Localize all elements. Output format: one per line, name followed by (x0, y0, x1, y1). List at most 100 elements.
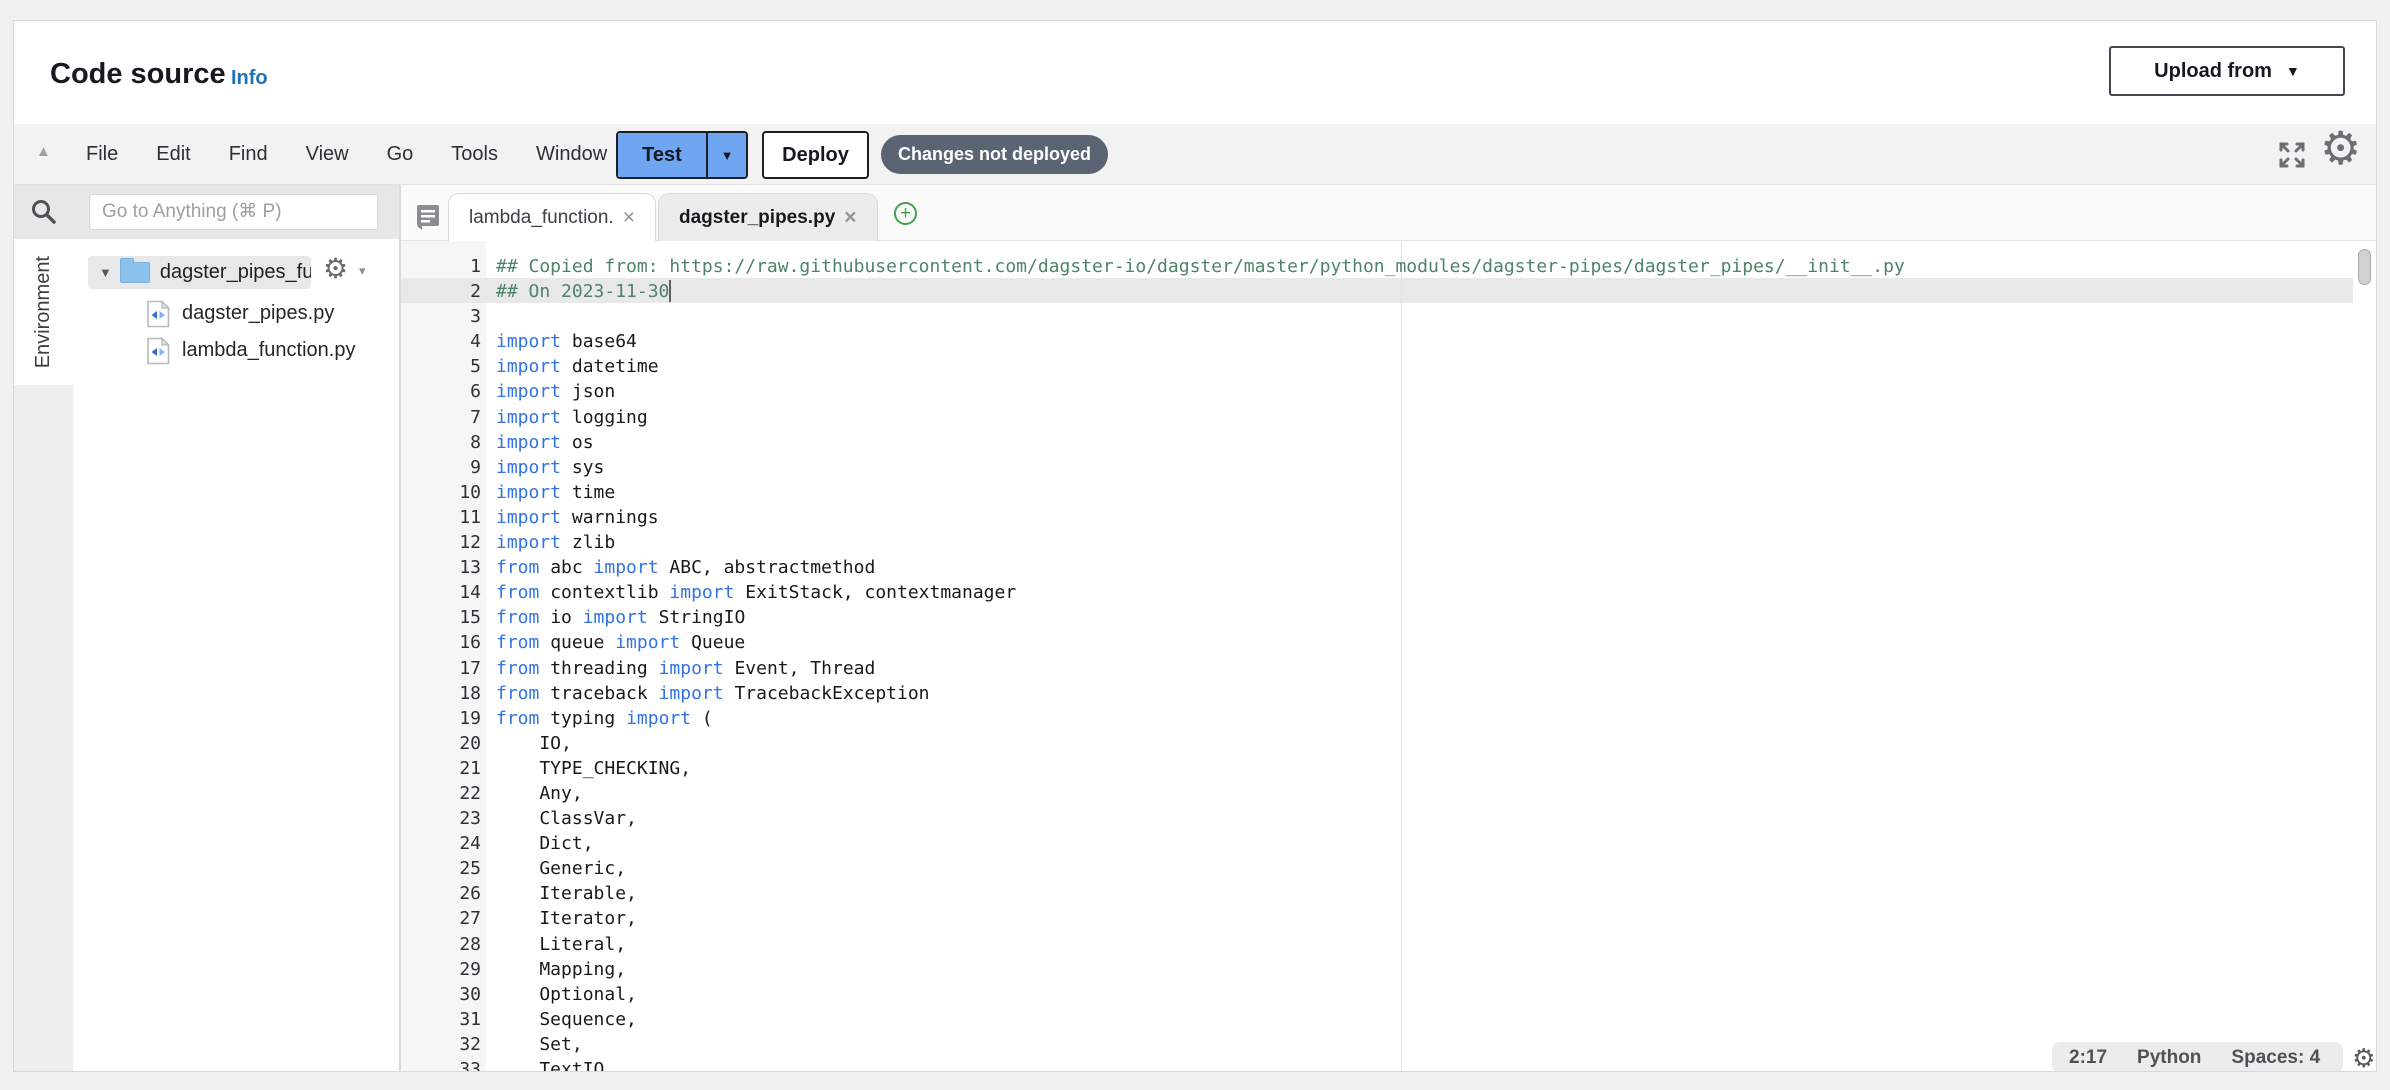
code-line: from abc import ABC, abstractmethod (496, 555, 1905, 580)
code-line: import zlib (496, 530, 1905, 555)
side-rail: Environment (14, 239, 73, 1072)
tab-dagster_pipes.py[interactable]: dagster_pipes.py× (658, 193, 878, 241)
deploy-status-badge: Changes not deployed (881, 135, 1108, 174)
tree-settings-gear-icon[interactable]: ⚙ (323, 255, 348, 283)
code-line: Any, (496, 781, 1905, 806)
code-line: Literal, (496, 932, 1905, 957)
code-line: Optional, (496, 982, 1905, 1007)
code-line: ClassVar, (496, 806, 1905, 831)
environment-vertical-tab[interactable]: Environment (14, 239, 73, 385)
code-line: from io import StringIO (496, 605, 1905, 630)
tree-folder-row[interactable]: ▼ dagster_pipes_funct (88, 256, 311, 289)
line-number: 15 (401, 605, 481, 630)
new-tab-button[interactable]: + (894, 202, 917, 225)
test-button[interactable]: Test (618, 133, 706, 177)
line-number: 14 (401, 580, 481, 605)
tab-list-icon[interactable] (416, 204, 440, 230)
line-number: 5 (401, 354, 481, 379)
code-line: ## Copied from: https://raw.githubuserco… (496, 254, 1905, 279)
scrollbar-thumb[interactable] (2358, 249, 2371, 285)
code-source-panel: Code source Info Upload from ▼ ▲ File Edi… (13, 20, 2377, 1072)
go-to-anything-input[interactable] (89, 194, 378, 230)
code-line: ## On 2023-11-30 (496, 279, 1905, 304)
chevron-down-icon: ▼ (721, 148, 734, 163)
editor-settings-gear-icon[interactable]: ⚙ (2320, 125, 2361, 171)
code-line: Dict, (496, 831, 1905, 856)
line-number: 20 (401, 731, 481, 756)
environment-tab-label: Environment (32, 256, 55, 368)
info-link[interactable]: Info (231, 67, 268, 90)
file-tree-panel: ▼ dagster_pipes_funct ⚙ ▾ dagster_pipes.… (73, 239, 399, 1072)
menu-item-go[interactable]: Go (383, 143, 418, 166)
line-number: 26 (401, 881, 481, 906)
python-file-icon (145, 300, 171, 328)
menu-item-file[interactable]: File (82, 143, 122, 166)
line-number: 17 (401, 656, 481, 681)
tab-close-icon[interactable]: × (844, 206, 856, 230)
code-line: from queue import Queue (496, 630, 1905, 655)
fullscreen-expand-icon[interactable] (2276, 140, 2308, 170)
menu-item-view[interactable]: View (302, 143, 353, 166)
search-row (14, 185, 399, 239)
code-line: import base64 (496, 329, 1905, 354)
line-number: 25 (401, 856, 481, 881)
code-line: from threading import Event, Thread (496, 656, 1905, 681)
lambda-code-editor-screen: Code source Info Upload from ▼ ▲ File Edi… (0, 0, 2390, 1090)
line-number: 33 (401, 1057, 481, 1072)
text-cursor (669, 280, 671, 302)
line-number: 21 (401, 756, 481, 781)
code-line: import sys (496, 455, 1905, 480)
test-split-button: Test ▼ (616, 131, 748, 179)
editor-scrollbar (2351, 241, 2377, 1072)
code-line: Mapping, (496, 957, 1905, 982)
code-line: import os (496, 430, 1905, 455)
editor-tabbar: lambda_function.×dagster_pipes.py× + (401, 185, 2377, 241)
python-file-icon (145, 337, 171, 365)
line-number: 18 (401, 681, 481, 706)
tab-close-icon[interactable]: × (623, 206, 635, 230)
statusbar-gear-icon[interactable]: ⚙ (2352, 1045, 2375, 1071)
collapse-editor-icon[interactable]: ▲ (36, 143, 51, 160)
code-line: import json (496, 379, 1905, 404)
file-name: lambda_function.py (182, 339, 355, 362)
file-name: dagster_pipes.py (182, 302, 334, 325)
line-number: 13 (401, 555, 481, 580)
editor-menubar: ▲ File Edit Find View Go Tools Window (14, 124, 2377, 185)
page-title: Code source (50, 58, 226, 91)
upload-from-button[interactable]: Upload from ▼ (2109, 46, 2345, 96)
code-line: import logging (496, 405, 1905, 430)
upload-from-label: Upload from (2154, 60, 2272, 83)
menu-item-find[interactable]: Find (225, 143, 272, 166)
menu-item-window[interactable]: Window (532, 143, 611, 166)
tabs: lambda_function.×dagster_pipes.py× (448, 193, 880, 241)
line-number: 2 (401, 279, 481, 304)
deploy-button[interactable]: Deploy (762, 131, 869, 179)
line-number: 12 (401, 530, 481, 555)
tree-file-dagster_pipes.py[interactable]: dagster_pipes.py (145, 295, 355, 332)
tree-file-lambda_function.py[interactable]: lambda_function.py (145, 332, 355, 369)
code-content: ## Copied from: https://raw.githubuserco… (496, 254, 1905, 1072)
indentation-indicator[interactable]: Spaces: 4 (2231, 1047, 2320, 1069)
code-line: from typing import ( (496, 706, 1905, 731)
line-number: 9 (401, 455, 481, 480)
code-editor-surface[interactable]: 1234567891011121314151617181920212223242… (401, 241, 2377, 1072)
cursor-position-indicator[interactable]: 2:17 (2069, 1047, 2107, 1069)
test-dropdown-button[interactable]: ▼ (706, 133, 746, 177)
code-line: Sequence, (496, 1007, 1905, 1032)
line-number: 19 (401, 706, 481, 731)
folder-icon (120, 262, 150, 283)
code-line: TextIO (496, 1057, 1905, 1072)
menu-item-tools[interactable]: Tools (447, 143, 502, 166)
line-number: 23 (401, 806, 481, 831)
tab-label: lambda_function. (469, 207, 614, 229)
tree-settings-caret-icon[interactable]: ▾ (359, 263, 366, 279)
code-line: import datetime (496, 354, 1905, 379)
tab-lambda_function[interactable]: lambda_function. × (448, 193, 656, 241)
folder-disclosure-icon[interactable]: ▼ (99, 265, 112, 280)
code-line: IO, (496, 731, 1905, 756)
line-number-gutter: 1234567891011121314151617181920212223242… (401, 254, 481, 1072)
code-line: Generic, (496, 856, 1905, 881)
language-mode-indicator[interactable]: Python (2137, 1047, 2201, 1069)
menu-item-edit[interactable]: Edit (152, 143, 194, 166)
editor-statusbar: 2:17 Python Spaces: 4 ⚙ (2052, 1042, 2343, 1072)
